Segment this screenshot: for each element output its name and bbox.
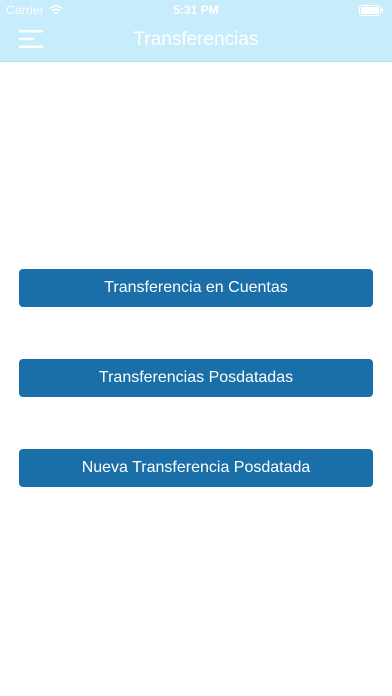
nueva-transferencia-posdatada-button[interactable]: Nueva Transferencia Posdatada (19, 449, 373, 487)
app-header: Carrier 5:31 PM Transferencias (0, 0, 392, 62)
transferencia-en-cuentas-button[interactable]: Transferencia en Cuentas (19, 269, 373, 307)
navigation-bar: Transferencias (0, 20, 392, 61)
page-title: Transferencias (133, 29, 259, 50)
battery-icon (359, 5, 384, 16)
status-bar: Carrier 5:31 PM (0, 0, 392, 20)
transferencias-posdatadas-button[interactable]: Transferencias Posdatadas (19, 359, 373, 397)
status-time: 5:31 PM (173, 3, 219, 17)
